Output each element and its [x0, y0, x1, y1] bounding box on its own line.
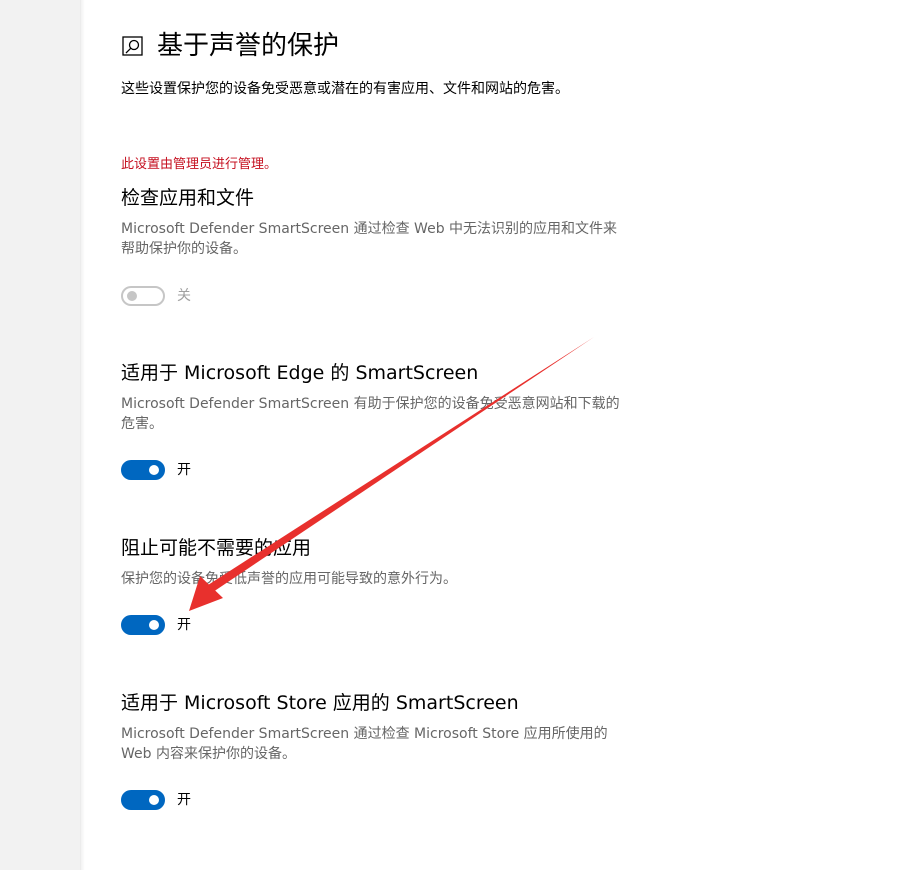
toggle-knob [127, 291, 137, 301]
check-apps-files-title: 检查应用和文件 [121, 187, 255, 209]
edge-smartscreen-toggle[interactable] [121, 460, 165, 480]
pua-blocking-state: 开 [177, 617, 191, 633]
toggle-knob [149, 465, 159, 475]
pua-blocking-title: 阻止可能不需要的应用 [121, 537, 312, 559]
check-apps-files-description: Microsoft Defender SmartScreen 通过检查 Web … [121, 221, 618, 257]
store-smartscreen-state: 开 [177, 792, 191, 808]
admin-managed-notice: 此设置由管理员进行管理。 [121, 157, 278, 172]
check-apps-files-toggle[interactable] [121, 286, 165, 306]
pua-blocking-toggle[interactable] [121, 615, 165, 635]
reputation-shield-icon [122, 36, 143, 56]
edge-smartscreen-toggle-row: 开 [121, 460, 191, 480]
toggle-knob [149, 620, 159, 630]
store-smartscreen-description: Microsoft Defender SmartScreen 通过检查 Micr… [121, 726, 608, 762]
store-smartscreen-title: 适用于 Microsoft Store 应用的 SmartScreen [121, 692, 519, 714]
pua-blocking-description: 保护您的设备免受低声誉的应用可能导致的意外行为。 [121, 571, 457, 587]
edge-smartscreen-title: 适用于 Microsoft Edge 的 SmartScreen [121, 362, 479, 384]
page-title: 基于声誉的保护 [157, 31, 340, 61]
toggle-knob [149, 795, 159, 805]
store-smartscreen-toggle[interactable] [121, 790, 165, 810]
edge-smartscreen-description: Microsoft Defender SmartScreen 有助于保护您的设备… [121, 396, 620, 432]
page-description: 这些设置保护您的设备免受恶意或潜在的有害应用、文件和网站的危害。 [121, 81, 569, 97]
page-header: 基于声誉的保护 [121, 30, 339, 62]
navigation-pane [0, 0, 85, 870]
edge-smartscreen-state: 开 [177, 462, 191, 478]
pua-blocking-toggle-row: 开 [121, 615, 191, 635]
check-apps-files-state: 关 [177, 288, 191, 304]
store-smartscreen-toggle-row: 开 [121, 790, 191, 810]
check-apps-files-toggle-row: 关 [121, 286, 191, 306]
